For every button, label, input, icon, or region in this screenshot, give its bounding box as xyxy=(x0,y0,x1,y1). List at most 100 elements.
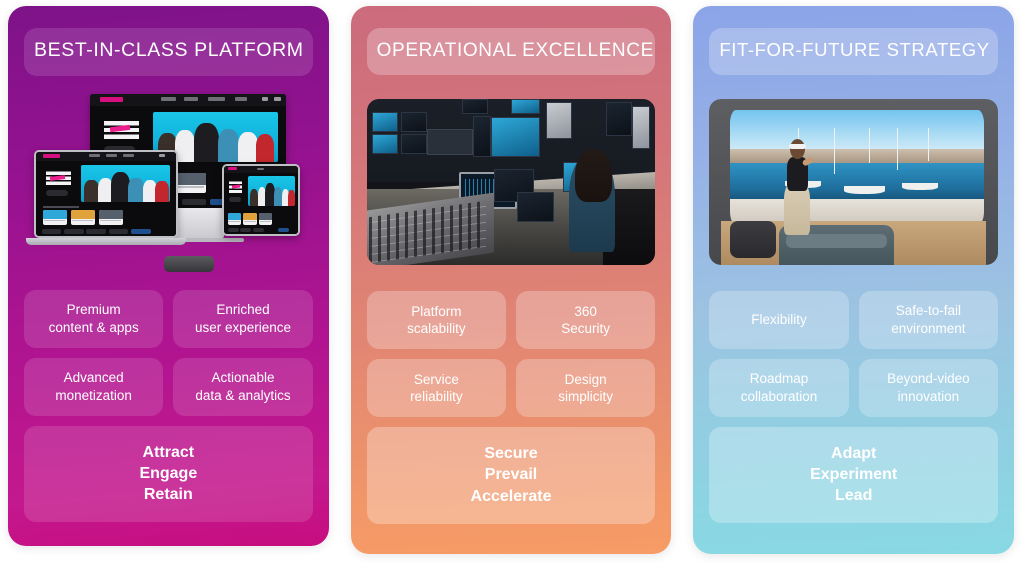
feature-pill[interactable]: Safe-to-fail environment xyxy=(858,290,999,349)
feature-pill-grid-3: Flexibility Safe-to-fail environment Road… xyxy=(709,290,999,417)
watch-now-button[interactable] xyxy=(229,196,241,202)
pillar-card-best-in-class-platform[interactable]: BEST-IN-CLASS PLATFORM Premium content &… xyxy=(8,6,329,546)
pill-line-2: data & analytics xyxy=(195,387,291,403)
summary-line: Lead xyxy=(835,487,873,505)
footer-chip-active[interactable] xyxy=(278,228,290,233)
summary-line: Prevail xyxy=(484,466,538,484)
footer-chip[interactable] xyxy=(41,229,62,234)
wall-monitor xyxy=(372,112,399,133)
feature-pill[interactable]: Service reliability xyxy=(366,359,506,417)
feature-pill[interactable]: Roadmap collaboration xyxy=(709,358,849,417)
moored-boat xyxy=(902,183,938,191)
feature-pill[interactable]: Flexibility xyxy=(709,290,849,349)
pill-line-1: Flexibility xyxy=(751,311,807,327)
content-tile[interactable] xyxy=(174,173,206,193)
search-icon xyxy=(159,154,165,158)
app-logo-icon xyxy=(99,96,124,102)
footer-chip[interactable] xyxy=(182,198,206,206)
pill-line-1: Beyond-video xyxy=(887,371,970,387)
feature-pill[interactable]: Design simplicity xyxy=(516,359,656,417)
footer-chip-active[interactable] xyxy=(131,229,151,234)
vr-user xyxy=(784,135,815,235)
vr-living-room-image xyxy=(709,98,999,265)
equipment-rack xyxy=(427,128,474,156)
user-head xyxy=(790,138,806,159)
footer-chip[interactable] xyxy=(108,229,129,234)
app-logo-icon xyxy=(227,167,237,171)
pill-line-2: environment xyxy=(891,320,966,336)
summary-line: Engage xyxy=(139,464,198,482)
hero-banner xyxy=(247,176,296,207)
wall-monitor xyxy=(473,115,491,158)
wall-monitor xyxy=(372,133,399,154)
pillar-header-1: BEST-IN-CLASS PLATFORM xyxy=(24,28,313,76)
laptop-device xyxy=(34,149,178,238)
row-label xyxy=(43,206,80,209)
content-tile[interactable] xyxy=(71,210,95,225)
content-tile[interactable] xyxy=(258,213,273,225)
wall-monitor xyxy=(401,133,428,154)
pill-line-2: user experience xyxy=(194,319,292,335)
content-tile[interactable] xyxy=(99,210,123,225)
wall-document xyxy=(632,105,650,149)
pill-line-1: Roadmap xyxy=(749,371,809,387)
tablet-device xyxy=(222,163,300,236)
content-tile[interactable] xyxy=(227,213,241,225)
nav-item xyxy=(160,97,177,102)
feature-pill[interactable]: Advanced monetization xyxy=(24,357,164,416)
pillar-header-3: FIT-FOR-FUTURE STRATEGY xyxy=(709,28,999,75)
pill-line-1: Design xyxy=(564,371,607,387)
footer-chip[interactable] xyxy=(64,229,84,234)
feature-pill[interactable]: Platform scalability xyxy=(366,291,506,349)
watch-now-button[interactable] xyxy=(45,190,69,196)
footer-chip[interactable] xyxy=(240,228,252,233)
pill-line-1: Safe-to-fail xyxy=(895,303,961,319)
summary-line: Experiment xyxy=(810,465,898,483)
summary-block-3: Adapt Experiment Lead xyxy=(709,426,999,524)
feature-pill[interactable]: 360 Security xyxy=(516,291,656,349)
vr-headset-icon xyxy=(789,143,807,149)
control-room-image xyxy=(366,99,656,265)
feature-pill[interactable]: Beyond-video innovation xyxy=(858,358,999,417)
nav-item xyxy=(122,154,134,158)
app-logo-icon xyxy=(43,153,60,158)
show-title-art xyxy=(45,169,71,186)
pill-line-1: Enriched xyxy=(216,302,270,318)
sailboat-mast xyxy=(897,128,899,170)
summary-block-1: Attract Engage Retain xyxy=(24,425,313,523)
pillar-header-2: OPERATIONAL EXCELLENCE xyxy=(366,28,656,75)
footer-chip[interactable] xyxy=(252,228,264,233)
pill-line-2: content & apps xyxy=(48,319,139,335)
control-room-photo xyxy=(366,99,656,265)
devices-mockup-image xyxy=(24,92,313,274)
equipment-rack xyxy=(606,102,633,136)
nav-item xyxy=(235,97,247,102)
footer-chip[interactable] xyxy=(86,229,106,234)
search-icon xyxy=(262,97,269,102)
wall-monitor xyxy=(511,99,540,114)
vr-living-room-photo xyxy=(709,98,999,265)
grid-icon xyxy=(274,97,282,102)
harbor-town xyxy=(729,149,984,163)
footer-chip[interactable] xyxy=(227,228,239,233)
content-tile[interactable] xyxy=(243,213,257,225)
pillar-card-fit-for-future-strategy[interactable]: FIT-FOR-FUTURE STRATEGY Flexibility Safe… xyxy=(693,6,1015,554)
pill-line-2: reliability xyxy=(410,389,463,404)
wall-monitor xyxy=(401,112,428,133)
feature-pill-grid-2: Platform scalability 360 Security Service r… xyxy=(366,291,656,417)
feature-pill[interactable]: Premium content & apps xyxy=(24,289,164,348)
sailboat-mast xyxy=(833,128,835,175)
summary-line: Adapt xyxy=(831,444,877,462)
pill-line-1: Service xyxy=(413,371,459,387)
feature-pill[interactable]: Enriched user experience xyxy=(173,289,313,348)
pill-line-1: Platform xyxy=(411,303,462,319)
curved-immersive-screen xyxy=(729,110,984,225)
pillar-card-operational-excellence[interactable]: OPERATIONAL EXCELLENCE Platform scalabil… xyxy=(350,6,672,554)
laptop-base xyxy=(26,237,186,245)
pill-line-1: Premium xyxy=(66,302,121,318)
content-tile[interactable] xyxy=(43,210,67,225)
feature-pill[interactable]: Actionable data & analytics xyxy=(173,357,313,416)
pillar-title-2: OPERATIONAL EXCELLENCE xyxy=(376,40,654,61)
show-title-art xyxy=(229,180,243,193)
wall-panel xyxy=(545,102,572,139)
